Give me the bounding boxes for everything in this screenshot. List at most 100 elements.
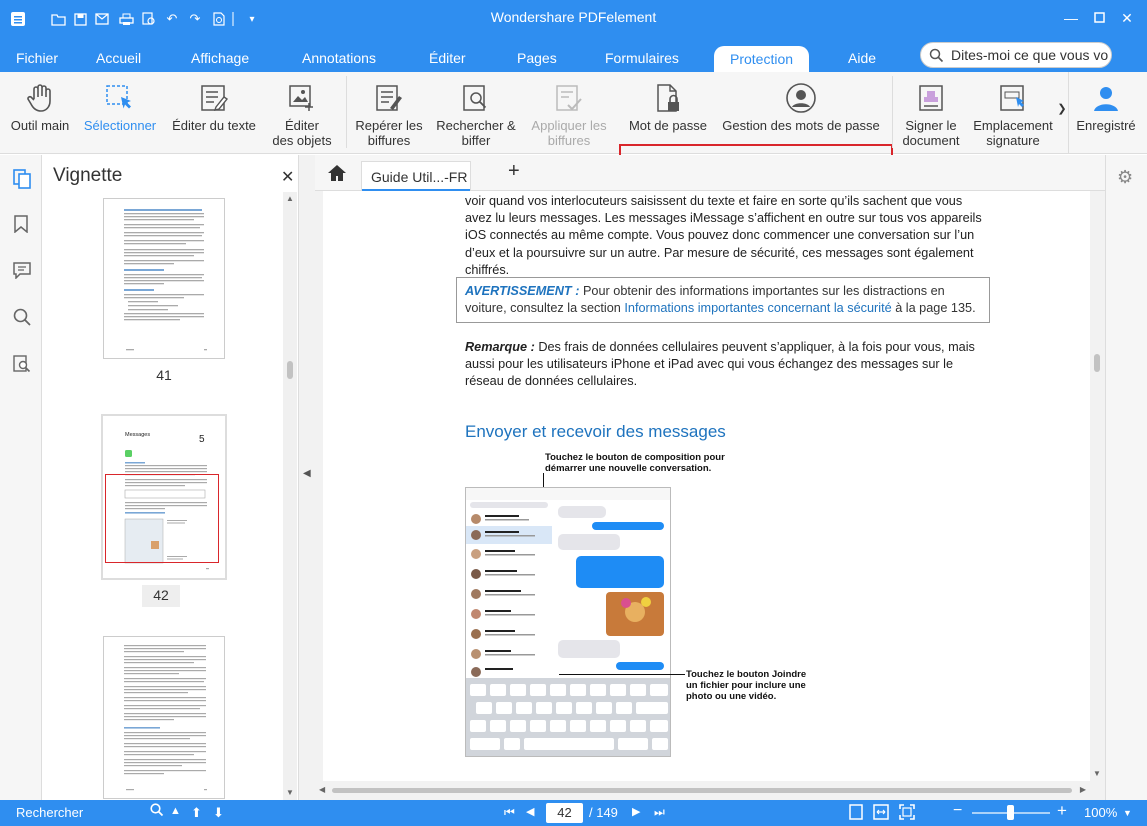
sign-document-button[interactable]: Signer le document [896, 78, 966, 148]
scroll-thumb[interactable] [332, 788, 1072, 793]
ribbon-scroll-right-icon[interactable]: ❯ [1056, 102, 1068, 117]
ribbon-divider [1068, 72, 1069, 154]
signature-field-label-1: Emplacement [973, 118, 1053, 133]
tab-pages[interactable]: Pages [517, 50, 557, 66]
document-scrollbar[interactable]: ▼ [1090, 191, 1104, 781]
zoom-out-icon[interactable]: − [953, 802, 962, 820]
scroll-down-arrow-icon[interactable]: ⬇ [213, 805, 224, 821]
comments-icon[interactable] [13, 261, 31, 280]
page-number-input[interactable]: 42 [546, 803, 583, 823]
full-screen-icon[interactable] [899, 804, 915, 823]
mark-redaction-label-1: Repérer les [355, 118, 423, 133]
zoom-in-icon[interactable]: + [1057, 801, 1067, 821]
mark-redaction-button[interactable]: Repérer les biffures [350, 78, 428, 148]
scroll-up-arrow-icon[interactable]: ⬆ [191, 805, 202, 821]
zoom-dropdown-icon[interactable]: ▼ [1123, 808, 1132, 818]
document-tab[interactable]: Guide Util...-FR [361, 161, 471, 191]
horizontal-scrollbar[interactable]: ◀ ▶ [315, 781, 1090, 800]
hand-tool-button[interactable]: Outil main [6, 78, 74, 133]
first-page-icon[interactable]: ⏮ [504, 805, 515, 820]
tab-annotations[interactable]: Annotations [302, 50, 376, 66]
svg-text:5: 5 [199, 434, 205, 445]
callout-compose: Touchez le bouton de composition pour dé… [545, 452, 725, 474]
help-search-input[interactable]: Dites-moi ce que vous vo [920, 42, 1112, 68]
panel-splitter[interactable]: ◀ [299, 155, 315, 800]
thumbnails-icon[interactable] [13, 169, 31, 189]
page-thumbnail-41[interactable] [103, 198, 225, 359]
search-redact-icon [432, 78, 520, 118]
zoom-slider-handle[interactable] [1007, 805, 1014, 820]
paragraph-imessage: voir quand vos interlocuteurs saisissent… [465, 194, 982, 277]
callout-attach: Touchez le bouton Joindre un fichier pou… [686, 669, 807, 702]
safety-info-link[interactable]: Informations importantes concernant la s… [624, 301, 891, 315]
next-page-icon[interactable]: ▶ [632, 805, 640, 818]
tab-editer[interactable]: Éditer [429, 50, 466, 66]
page-search-icon[interactable] [13, 355, 31, 373]
new-tab-icon[interactable]: + [508, 160, 520, 183]
scroll-down-icon[interactable]: ▼ [286, 788, 294, 797]
zoom-level[interactable]: 100% [1084, 805, 1117, 820]
edit-text-button[interactable]: Éditer du texte [166, 78, 262, 133]
scroll-left-icon[interactable]: ◀ [319, 785, 325, 794]
tab-formulaires[interactable]: Formulaires [605, 50, 679, 66]
tab-aide[interactable]: Aide [848, 50, 876, 66]
tab-fichier[interactable]: Fichier [16, 50, 58, 66]
scroll-thumb[interactable] [287, 361, 293, 379]
password-label: Mot de passe [628, 118, 708, 133]
hand-tool-label: Outil main [10, 118, 70, 133]
bookmark-icon[interactable] [13, 215, 31, 234]
sign-stamp-icon [896, 78, 966, 118]
select-button[interactable]: Sélectionner [78, 78, 162, 133]
sign-document-label-2: document [902, 133, 960, 148]
fit-width-icon[interactable] [873, 804, 889, 823]
close-panel-icon[interactable]: ✕ [281, 167, 294, 187]
search-redact-button[interactable]: Rechercher & biffer [432, 78, 520, 148]
account-button[interactable]: Enregistré [1070, 78, 1142, 133]
callout-line [559, 674, 685, 675]
signature-field-button[interactable]: Emplacement signature [970, 78, 1056, 148]
hand-icon [6, 78, 74, 118]
edit-objects-button[interactable]: Éditer des objets [266, 78, 338, 148]
current-view-indicator[interactable] [105, 474, 219, 563]
password-manager-button[interactable]: Gestion des mots de passe [716, 78, 886, 133]
scroll-up-icon[interactable]: ▲ [286, 194, 294, 203]
collapse-panel-icon[interactable]: ◀ [303, 468, 311, 479]
document-lock-icon [624, 78, 712, 118]
section-heading: Envoyer et recevoir des messages [465, 422, 726, 441]
edit-text-icon [166, 78, 262, 118]
page-thumbnail-43[interactable] [103, 636, 225, 799]
close-icon[interactable]: ✕ [1117, 8, 1137, 28]
user-circle-icon [716, 78, 886, 118]
search-redact-label-1: Rechercher & [436, 118, 516, 133]
last-page-icon[interactable]: ⏭ [654, 805, 665, 820]
password-button[interactable]: Mot de passe [624, 78, 712, 133]
tab-affichage[interactable]: Affichage [191, 50, 249, 66]
tab-protection[interactable]: Protection [714, 46, 810, 72]
account-label: Enregistré [1076, 118, 1136, 133]
home-icon[interactable] [327, 164, 347, 185]
maximize-icon[interactable] [1089, 8, 1109, 28]
apply-redactions-button[interactable]: Appliquer les biffures [524, 78, 614, 148]
settings-gear-icon[interactable]: ⚙ [1117, 167, 1133, 188]
scroll-thumb[interactable] [1094, 354, 1100, 372]
search-label[interactable]: Rechercher [16, 805, 83, 820]
ribbon-divider [892, 76, 893, 148]
status-bar: Rechercher ▲ ⬆ ⬇ ⏮ ◀ 42 / 149 ▶ ⏭ − + 10… [0, 800, 1147, 826]
apply-redactions-icon [524, 78, 614, 118]
previous-page-icon[interactable]: ◀ [526, 805, 534, 818]
ribbon: Outil main Sélectionner Éditer du texte … [0, 72, 1147, 227]
fit-page-icon[interactable] [849, 804, 863, 823]
minimize-icon[interactable]: — [1061, 8, 1081, 28]
search-icon[interactable] [150, 803, 164, 820]
tab-accueil[interactable]: Accueil [96, 50, 141, 66]
previous-result-icon[interactable]: ▲ [170, 805, 181, 817]
scroll-right-icon[interactable]: ▶ [1080, 785, 1086, 794]
remark-paragraph: Remarque : Des frais de données cellulai… [465, 339, 988, 391]
search-icon[interactable] [13, 308, 31, 326]
thumbnail-panel: Vignette ✕ 41 Messages 5 42 ▲ ▼ [42, 155, 299, 800]
thumbnail-scrollbar[interactable]: ▲ ▼ [283, 192, 297, 800]
document-tab-label: Guide Util...-FR [371, 169, 468, 185]
mark-redaction-label-2: biffures [367, 133, 411, 148]
scroll-down-icon[interactable]: ▼ [1093, 769, 1101, 778]
right-sidebar: ⚙ [1105, 155, 1147, 800]
